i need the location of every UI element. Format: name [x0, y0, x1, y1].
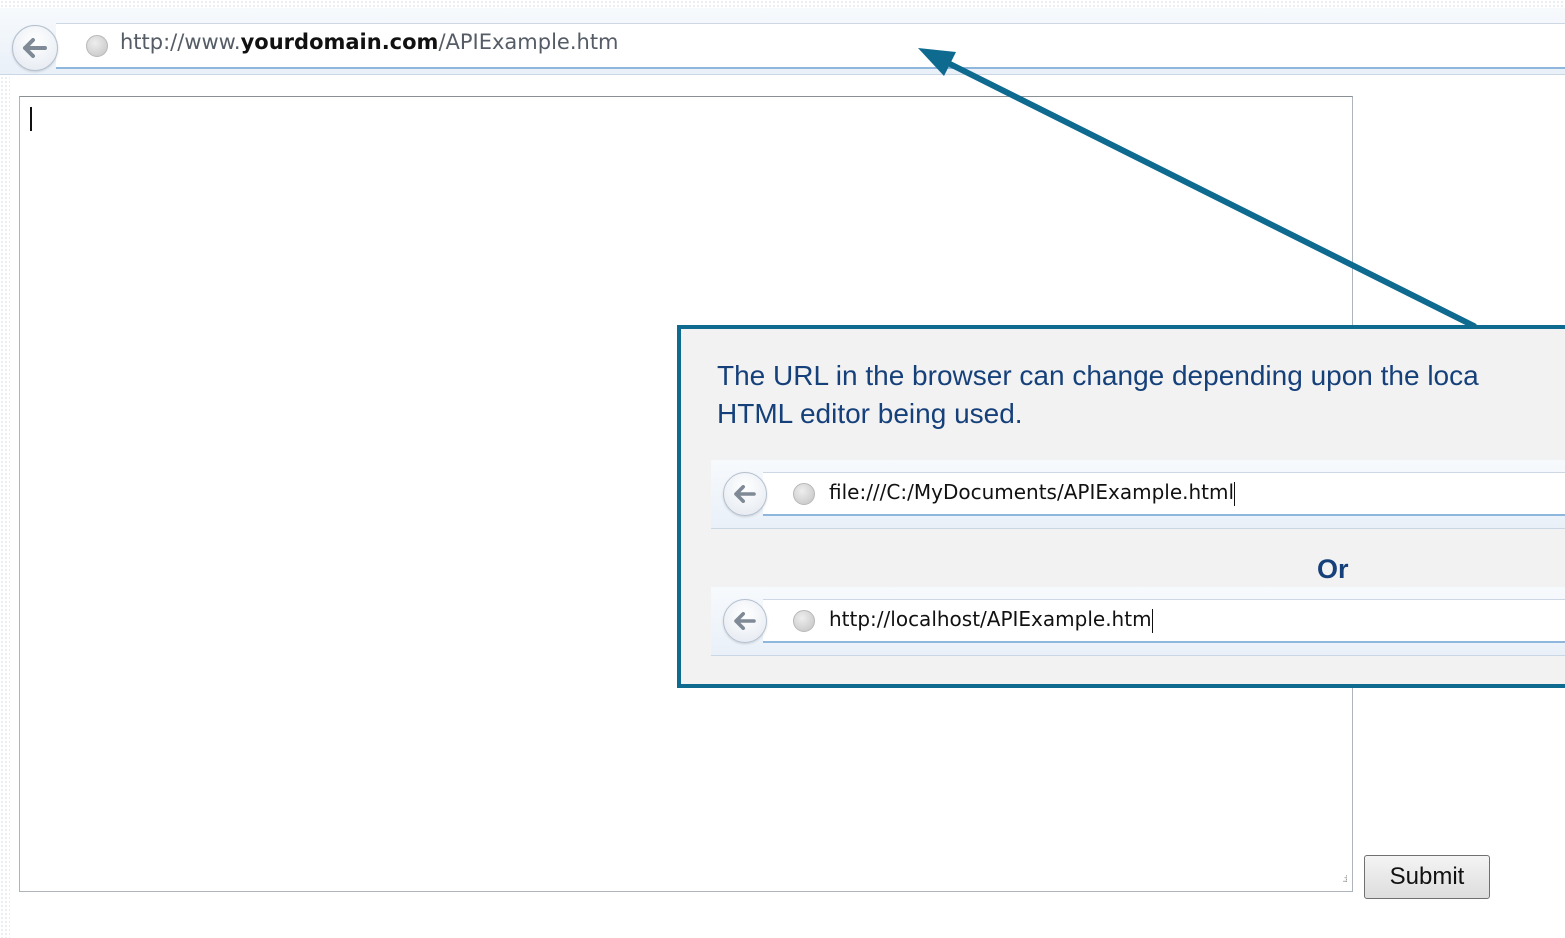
- example-address-bar-localhost: http://localhost/APIExample.htm: [711, 587, 1565, 656]
- example-back-button: [723, 472, 767, 516]
- back-arrow-icon: [23, 38, 47, 58]
- example-url-file: file:///C:/MyDocuments/APIExample.html: [829, 480, 1235, 504]
- back-arrow-icon: [734, 612, 756, 630]
- callout-line-1: The URL in the browser can change depend…: [717, 360, 1479, 391]
- slide-background-left: [0, 0, 10, 938]
- url-prefix: http://www.: [120, 30, 241, 54]
- example-url-text-localhost: http://localhost/APIExample.htm: [829, 607, 1153, 633]
- resize-grip-icon[interactable]: .:⁞: [1342, 875, 1348, 885]
- url-text[interactable]: http://www.yourdomain.com/APIExample.htm: [120, 30, 619, 54]
- example-address-bar-file: file:///C:/MyDocuments/APIExample.html: [711, 460, 1565, 529]
- text-cursor: [30, 107, 32, 131]
- example-back-button: [723, 599, 767, 643]
- submit-button[interactable]: Submit: [1364, 855, 1490, 899]
- url-note-callout: The URL in the browser can change depend…: [677, 325, 1565, 688]
- back-arrow-icon: [734, 485, 756, 503]
- url-domain: yourdomain.com: [240, 30, 439, 54]
- globe-icon: [793, 610, 815, 632]
- globe-icon: [793, 483, 815, 505]
- url-path: /APIExample.htm: [438, 30, 619, 54]
- back-button[interactable]: [12, 25, 58, 71]
- example-url-localhost: http://localhost/APIExample.htm: [829, 607, 1152, 631]
- browser-address-bar: http://www.yourdomain.com/APIExample.htm: [0, 8, 1565, 75]
- callout-line-2: HTML editor being used.: [717, 398, 1023, 429]
- example-url-text-file: file:///C:/MyDocuments/APIExample.html: [829, 480, 1236, 506]
- or-label: Or: [1317, 554, 1349, 584]
- callout-text: The URL in the browser can change depend…: [717, 357, 1565, 433]
- globe-icon: [86, 35, 108, 57]
